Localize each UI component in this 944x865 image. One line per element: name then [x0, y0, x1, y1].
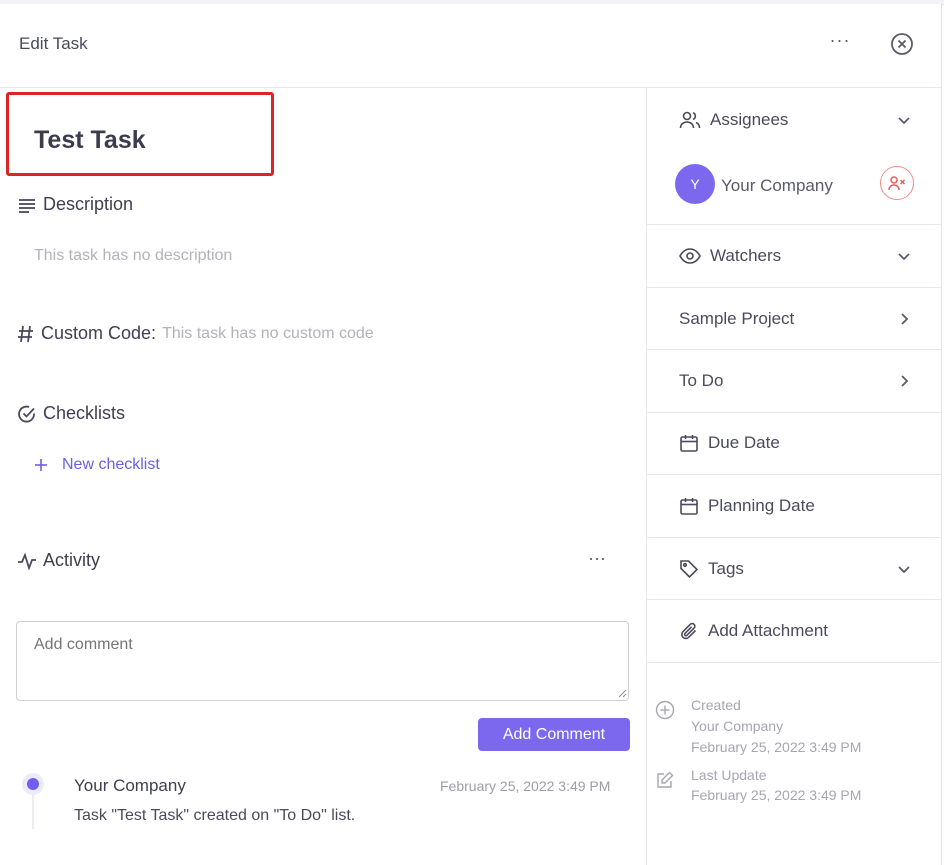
- timeline-dot: [27, 778, 39, 790]
- chevron-right-icon[interactable]: [896, 373, 912, 389]
- planning-date-label-wrap: Planning Date: [679, 496, 815, 516]
- description-icon: [19, 198, 35, 213]
- paperclip-icon: [681, 622, 697, 640]
- add-attachment-label: Add Attachment: [708, 621, 829, 640]
- task-title[interactable]: Test Task: [34, 126, 146, 155]
- chevron-right-icon[interactable]: [896, 311, 912, 327]
- assignees-toggle[interactable]: Assignees: [679, 110, 788, 130]
- new-checklist-label: New checklist: [62, 456, 160, 473]
- modal-title: Edit Task: [19, 34, 88, 53]
- edit-task-modal: Edit Task ··· Test Task Description This…: [0, 4, 942, 865]
- tags-label-wrap: Tags: [679, 559, 744, 579]
- modal-header: Edit Task ···: [0, 4, 941, 88]
- timeline-line: [32, 795, 34, 829]
- list-row[interactable]: To Do: [647, 350, 942, 413]
- watchers-label: Watchers: [710, 246, 782, 265]
- comment-input[interactable]: [16, 621, 629, 701]
- hash-icon: [18, 325, 33, 342]
- calendar-icon: [680, 498, 698, 515]
- close-icon[interactable]: [890, 32, 914, 56]
- list-label: To Do: [679, 371, 724, 390]
- task-main-panel: Test Task Description This task has no d…: [0, 88, 646, 865]
- attachment-label-wrap: Add Attachment: [679, 621, 828, 641]
- watchers-label-wrap: Watchers: [679, 246, 781, 266]
- plus-circle-icon: [655, 700, 675, 720]
- users-icon: [679, 111, 701, 129]
- activity-message: Task "Test Task" created on "To Do" list…: [74, 807, 356, 824]
- tag-icon: [680, 560, 699, 579]
- user-remove-icon: [888, 176, 906, 191]
- check-circle-icon: [18, 405, 35, 422]
- activity-label: Activity: [43, 550, 101, 570]
- chevron-down-icon[interactable]: [896, 248, 912, 264]
- checklists-label: Checklists: [43, 403, 126, 423]
- activity-heading: Activity: [17, 550, 100, 571]
- more-icon[interactable]: ···: [827, 30, 853, 54]
- description-heading: Description: [17, 194, 133, 215]
- due-date-row[interactable]: Due Date: [647, 413, 942, 475]
- created-label: Created: [691, 697, 741, 713]
- tags-row[interactable]: Tags: [647, 538, 942, 600]
- activity-icon: [18, 551, 36, 570]
- add-comment-button[interactable]: Add Comment: [478, 718, 630, 751]
- updated-date: February 25, 2022 3:49 PM: [691, 787, 862, 803]
- plus-icon: [35, 459, 47, 471]
- checklists-heading: Checklists: [17, 403, 125, 424]
- custom-code-label: Custom Code:: [41, 323, 157, 343]
- due-date-label: Due Date: [708, 433, 780, 452]
- eye-icon: [679, 248, 701, 264]
- created-date: February 25, 2022 3:49 PM: [691, 739, 862, 755]
- activity-more-icon[interactable]: ···: [584, 549, 610, 570]
- created-by: Your Company: [691, 718, 784, 734]
- updated-label: Last Update: [691, 767, 767, 783]
- calendar-icon: [680, 435, 698, 452]
- avatar[interactable]: Y: [675, 164, 715, 204]
- remove-assignee-button[interactable]: [880, 166, 914, 200]
- chevron-down-icon[interactable]: [896, 112, 912, 128]
- edit-icon: [657, 771, 674, 788]
- resize-grip-icon[interactable]: [617, 688, 627, 698]
- tags-label: Tags: [708, 559, 744, 578]
- project-row[interactable]: Sample Project: [647, 288, 942, 350]
- add-attachment-row[interactable]: Add Attachment: [647, 600, 942, 663]
- description-placeholder[interactable]: This task has no description: [34, 247, 232, 265]
- watchers-row[interactable]: Watchers: [647, 225, 942, 288]
- project-label: Sample Project: [679, 309, 795, 328]
- assignees-section: Assignees Y Your Company: [647, 88, 942, 225]
- custom-code-row: Custom Code: This task has no custom cod…: [17, 323, 374, 344]
- custom-code-value[interactable]: This task has no custom code: [162, 325, 374, 343]
- activity-author: Your Company: [74, 776, 186, 795]
- description-label: Description: [43, 194, 134, 214]
- due-date-label-wrap: Due Date: [679, 433, 780, 453]
- activity-date: February 25, 2022 3:49 PM: [440, 778, 611, 794]
- task-sidebar: Assignees Y Your Company Watchers Sample…: [646, 88, 942, 865]
- planning-date-row[interactable]: Planning Date: [647, 475, 942, 538]
- assignees-label: Assignees: [710, 110, 789, 129]
- new-checklist-button[interactable]: New checklist: [34, 456, 160, 474]
- planning-date-label: Planning Date: [708, 496, 815, 515]
- assignee-name: Your Company: [721, 176, 833, 195]
- chevron-down-icon[interactable]: [896, 561, 912, 577]
